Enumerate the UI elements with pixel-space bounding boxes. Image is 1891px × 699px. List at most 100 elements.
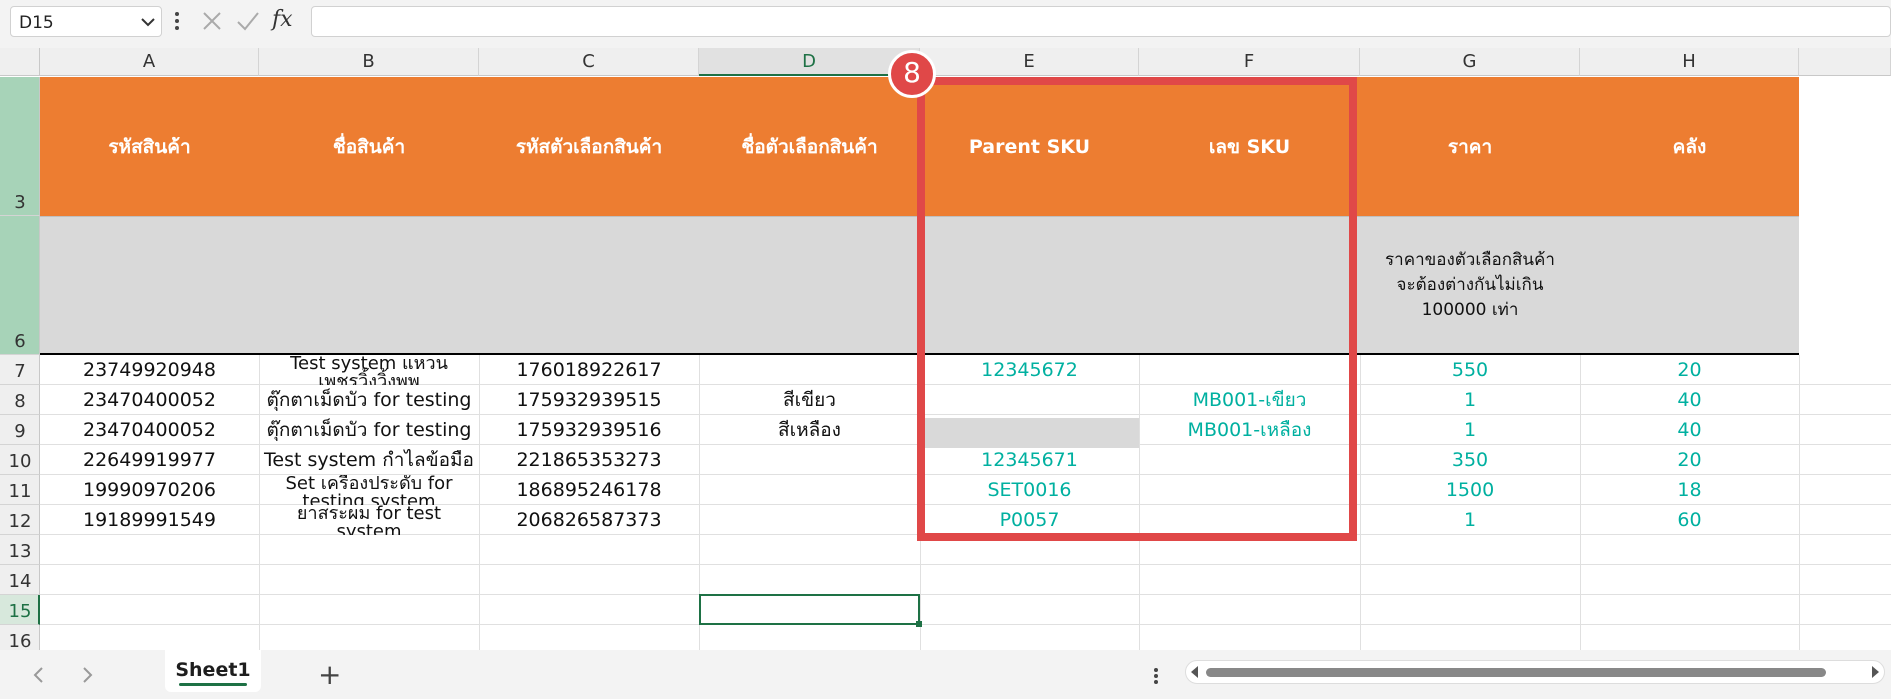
note-line: ราคาของตัวเลือกสินค้า xyxy=(1385,250,1555,270)
cell-c11[interactable]: 186895246178 xyxy=(479,475,699,505)
cell-d8[interactable]: สีเขียว xyxy=(699,385,920,415)
column-header-b[interactable]: B xyxy=(259,48,479,76)
cell-a8[interactable]: 23470400052 xyxy=(40,385,259,415)
cell-b7[interactable]: Test system แหวน เพชรวิ้งวิ้งพพ xyxy=(259,355,479,385)
cell-a7[interactable]: 23749920948 xyxy=(40,355,259,385)
cell-g12[interactable]: 1 xyxy=(1360,505,1580,535)
gridline xyxy=(40,624,1891,625)
cell-d11[interactable] xyxy=(699,475,920,505)
name-box-value: D15 xyxy=(19,13,54,33)
cell-d7[interactable] xyxy=(699,355,920,385)
cancel-icon[interactable] xyxy=(199,7,225,35)
blank-area xyxy=(1799,77,1891,355)
row-header[interactable]: 13 xyxy=(0,535,40,565)
more-options-icon[interactable] xyxy=(1152,665,1160,687)
cell-c10[interactable]: 221865353273 xyxy=(479,445,699,475)
sheet-tab-sheet1[interactable]: Sheet1 xyxy=(165,650,261,692)
cell-c7[interactable]: 176018922617 xyxy=(479,355,699,385)
gridline xyxy=(40,564,1891,565)
note-line: 100000 เท่า xyxy=(1421,300,1519,320)
active-cell-d15[interactable] xyxy=(699,594,922,627)
cell-line: testing system xyxy=(302,491,436,506)
spreadsheet-grid: A B C D E F G H 3 6 7 8 9 10 11 12 13 14… xyxy=(0,48,1891,650)
scroll-right-icon[interactable] xyxy=(1870,666,1880,678)
header-cell[interactable]: รหัสตัวเลือกสินค้า xyxy=(479,77,699,216)
chevron-right-icon[interactable] xyxy=(80,666,94,684)
column-header-e[interactable]: E xyxy=(920,48,1139,76)
formula-input[interactable] xyxy=(311,6,1891,37)
scrollbar-thumb[interactable] xyxy=(1206,668,1826,677)
row-header[interactable]: 10 xyxy=(0,445,40,475)
cell-c8[interactable]: 175932939515 xyxy=(479,385,699,415)
cell-a9[interactable]: 23470400052 xyxy=(40,415,259,445)
cell-g10[interactable]: 350 xyxy=(1360,445,1580,475)
cell-a12[interactable]: 19189991549 xyxy=(40,505,259,535)
cell-h7[interactable]: 20 xyxy=(1580,355,1799,385)
highlight-box xyxy=(917,77,1357,541)
formula-bar: D15 fx xyxy=(0,0,1891,44)
row-header[interactable]: 6 xyxy=(0,216,40,355)
column-header-h[interactable]: H xyxy=(1580,48,1799,76)
header-cell[interactable]: ชื่อสินค้า xyxy=(259,77,479,216)
add-sheet-button[interactable]: + xyxy=(318,658,341,691)
row-header[interactable]: 7 xyxy=(0,355,40,385)
select-all-corner[interactable] xyxy=(0,48,40,76)
row-header[interactable]: 11 xyxy=(0,475,40,505)
row-header[interactable]: 3 xyxy=(0,77,40,216)
row-header[interactable]: 9 xyxy=(0,415,40,445)
cell-b12[interactable]: ยาสระผม for test system xyxy=(259,505,479,535)
row-header[interactable]: 8 xyxy=(0,385,40,415)
row-header[interactable]: 12 xyxy=(0,505,40,535)
cell-line: system xyxy=(336,521,402,536)
cell-g8[interactable]: 1 xyxy=(1360,385,1580,415)
cell-b11[interactable]: Set เครื่องประดับ for testing system xyxy=(259,475,479,505)
cell-b8[interactable]: ตุ๊กตาเม็ดบัว for testing xyxy=(259,385,479,415)
column-header-a[interactable]: A xyxy=(40,48,259,76)
column-header-c[interactable]: C xyxy=(479,48,699,76)
horizontal-scrollbar[interactable] xyxy=(1185,660,1885,684)
scroll-left-icon[interactable] xyxy=(1190,666,1200,678)
insert-function-button[interactable]: fx xyxy=(272,7,306,35)
header-cell[interactable]: ราคา xyxy=(1360,77,1580,216)
sheet-tab-label: Sheet1 xyxy=(175,659,251,681)
cell-h9[interactable]: 40 xyxy=(1580,415,1799,445)
cell-a11[interactable]: 19990970206 xyxy=(40,475,259,505)
fill-handle[interactable] xyxy=(916,621,922,627)
row-header[interactable]: 15 xyxy=(0,595,40,625)
row-header[interactable]: 16 xyxy=(0,625,40,650)
cell-h10[interactable]: 20 xyxy=(1580,445,1799,475)
gridline xyxy=(40,594,1891,595)
cell-line: เพชรวิ้งวิ้งพพ xyxy=(318,371,420,386)
column-header-i[interactable] xyxy=(1799,48,1891,76)
gridline xyxy=(1799,355,1800,650)
cell-d12[interactable] xyxy=(699,505,920,535)
column-header-f[interactable]: F xyxy=(1139,48,1360,76)
cell-h11[interactable]: 18 xyxy=(1580,475,1799,505)
note-line: จะต้องต่างกันไม่เกิน xyxy=(1396,275,1544,295)
cell-d9[interactable]: สีเหลือง xyxy=(699,415,920,445)
header-cell[interactable]: ชื่อตัวเลือกสินค้า xyxy=(699,77,920,216)
column-header-d[interactable]: D xyxy=(699,48,920,76)
cell-g11[interactable]: 1500 xyxy=(1360,475,1580,505)
cell-a10[interactable]: 22649919977 xyxy=(40,445,259,475)
column-header-g[interactable]: G xyxy=(1360,48,1580,76)
cell-h12[interactable]: 60 xyxy=(1580,505,1799,535)
cell-b10[interactable]: Test system กำไลข้อมือ xyxy=(259,445,479,475)
row-header[interactable]: 14 xyxy=(0,565,40,595)
cell-g9[interactable]: 1 xyxy=(1360,415,1580,445)
more-options-icon[interactable] xyxy=(172,8,182,34)
name-box[interactable]: D15 xyxy=(10,6,162,37)
cell-d10[interactable] xyxy=(699,445,920,475)
cell-c9[interactable]: 175932939516 xyxy=(479,415,699,445)
price-note-cell[interactable]: ราคาของตัวเลือกสินค้า จะต้องต่างกันไม่เก… xyxy=(1360,248,1580,323)
cell-c12[interactable]: 206826587373 xyxy=(479,505,699,535)
header-cell[interactable]: คลัง xyxy=(1580,77,1799,216)
cell-b9[interactable]: ตุ๊กตาเม็ดบัว for testing xyxy=(259,415,479,445)
header-cell[interactable]: รหัสสินค้า xyxy=(40,77,259,216)
chevron-down-icon[interactable] xyxy=(141,17,155,27)
active-tab-underline xyxy=(179,683,247,686)
cell-h8[interactable]: 40 xyxy=(1580,385,1799,415)
chevron-left-icon[interactable] xyxy=(32,666,46,684)
cell-g7[interactable]: 550 xyxy=(1360,355,1580,385)
enter-check-icon[interactable] xyxy=(235,7,261,35)
